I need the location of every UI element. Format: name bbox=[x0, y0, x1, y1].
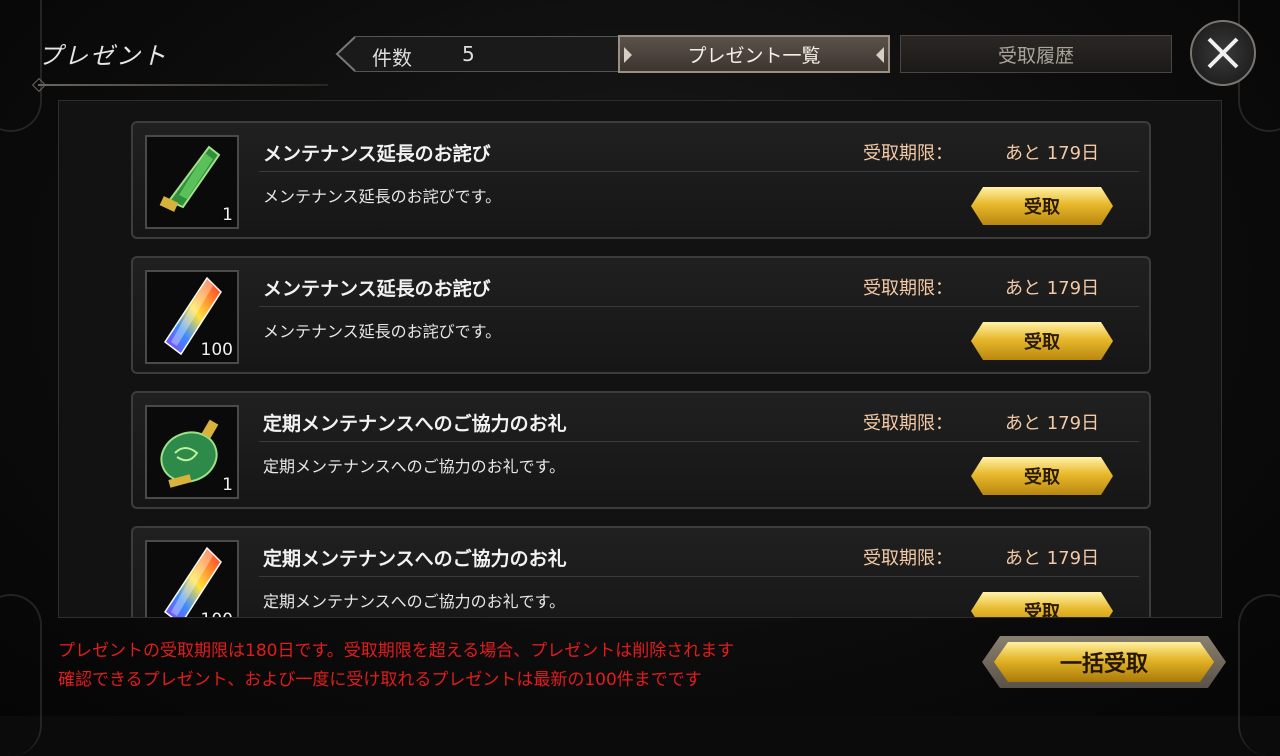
item-thumbnail: 100 bbox=[145, 270, 239, 364]
item-quantity: 1 bbox=[222, 205, 233, 225]
deadline-value: あと 179日 bbox=[1005, 278, 1100, 299]
divider bbox=[259, 441, 1139, 442]
present-item: 100 定期メンテナンスへのご協力のお礼 定期メンテナンスへのご協力のお礼です。… bbox=[131, 526, 1151, 618]
limit-notice: 確認できるプレゼント、および一度に受け取れるプレゼントは最新の100件までです bbox=[58, 670, 702, 690]
tab-present-list[interactable]: プレゼント一覧 bbox=[618, 35, 890, 73]
deadline-label: 受取期限： bbox=[863, 548, 953, 569]
bulk-receive-button[interactable]: 一括受取 bbox=[994, 642, 1214, 682]
present-item: 1 メンテナンス延長のお詫び メンテナンス延長のお詫びです。 受取期限： あと … bbox=[131, 121, 1151, 239]
divider bbox=[259, 306, 1139, 307]
close-button[interactable] bbox=[1190, 20, 1256, 86]
expiry-notice: プレゼントの受取期限は180日です。受取期限を超える場合、プレゼントは削除されま… bbox=[58, 641, 735, 661]
count-box-arrow-icon bbox=[335, 36, 356, 72]
deadline-label: 受取期限： bbox=[863, 143, 953, 164]
present-title: 定期メンテナンスへのご協力のお礼 bbox=[263, 413, 567, 435]
receive-button[interactable]: 受取 bbox=[971, 187, 1113, 225]
close-x-icon bbox=[1207, 37, 1239, 69]
present-description: メンテナンス延長のお詫びです。 bbox=[263, 322, 502, 341]
item-quantity: 1 bbox=[222, 475, 233, 495]
frame-ornament bbox=[0, 594, 42, 756]
title-divider bbox=[38, 84, 328, 86]
receive-button[interactable]: 受取 bbox=[971, 592, 1113, 618]
divider bbox=[259, 576, 1139, 577]
receive-button[interactable]: 受取 bbox=[971, 322, 1113, 360]
present-list[interactable]: 1 メンテナンス延長のお詫び メンテナンス延長のお詫びです。 受取期限： あと … bbox=[58, 100, 1222, 618]
deadline-label: 受取期限： bbox=[863, 413, 953, 434]
divider bbox=[259, 171, 1139, 172]
present-description: 定期メンテナンスへのご協力のお礼です。 bbox=[263, 592, 566, 611]
rainbow-crystal-icon bbox=[163, 546, 222, 617]
present-title: 定期メンテナンスへのご協力のお礼 bbox=[263, 548, 567, 570]
item-thumbnail: 1 bbox=[145, 405, 239, 499]
present-item: 100 メンテナンス延長のお詫び メンテナンス延長のお詫びです。 受取期限： あ… bbox=[131, 256, 1151, 374]
item-quantity: 100 bbox=[200, 340, 233, 360]
present-description: 定期メンテナンスへのご協力のお礼です。 bbox=[263, 457, 566, 476]
item-quantity: 100 bbox=[201, 610, 233, 617]
present-item: 1 定期メンテナンスへのご協力のお礼 定期メンテナンスへのご協力のお礼です。 受… bbox=[131, 391, 1151, 509]
receive-button[interactable]: 受取 bbox=[971, 457, 1113, 495]
tab-receive-history[interactable]: 受取履歴 bbox=[900, 35, 1172, 73]
page-title: プレゼント bbox=[38, 42, 168, 70]
present-description: メンテナンス延長のお詫びです。 bbox=[263, 187, 502, 206]
frame-ornament bbox=[1238, 594, 1280, 756]
present-count-value: 5 bbox=[462, 42, 475, 66]
item-thumbnail: 1 bbox=[145, 135, 239, 229]
present-title: メンテナンス延長のお詫び bbox=[263, 143, 491, 165]
deadline-label: 受取期限： bbox=[863, 278, 953, 299]
deadline-value: あと 179日 bbox=[1005, 143, 1100, 164]
deadline-value: あと 179日 bbox=[1005, 413, 1100, 434]
deadline-value: あと 179日 bbox=[1005, 548, 1100, 569]
frame-ornament bbox=[0, 0, 42, 132]
present-title: メンテナンス延長のお詫び bbox=[263, 278, 491, 300]
item-thumbnail: 100 bbox=[145, 540, 239, 617]
present-count-label: 件数 bbox=[372, 46, 412, 70]
